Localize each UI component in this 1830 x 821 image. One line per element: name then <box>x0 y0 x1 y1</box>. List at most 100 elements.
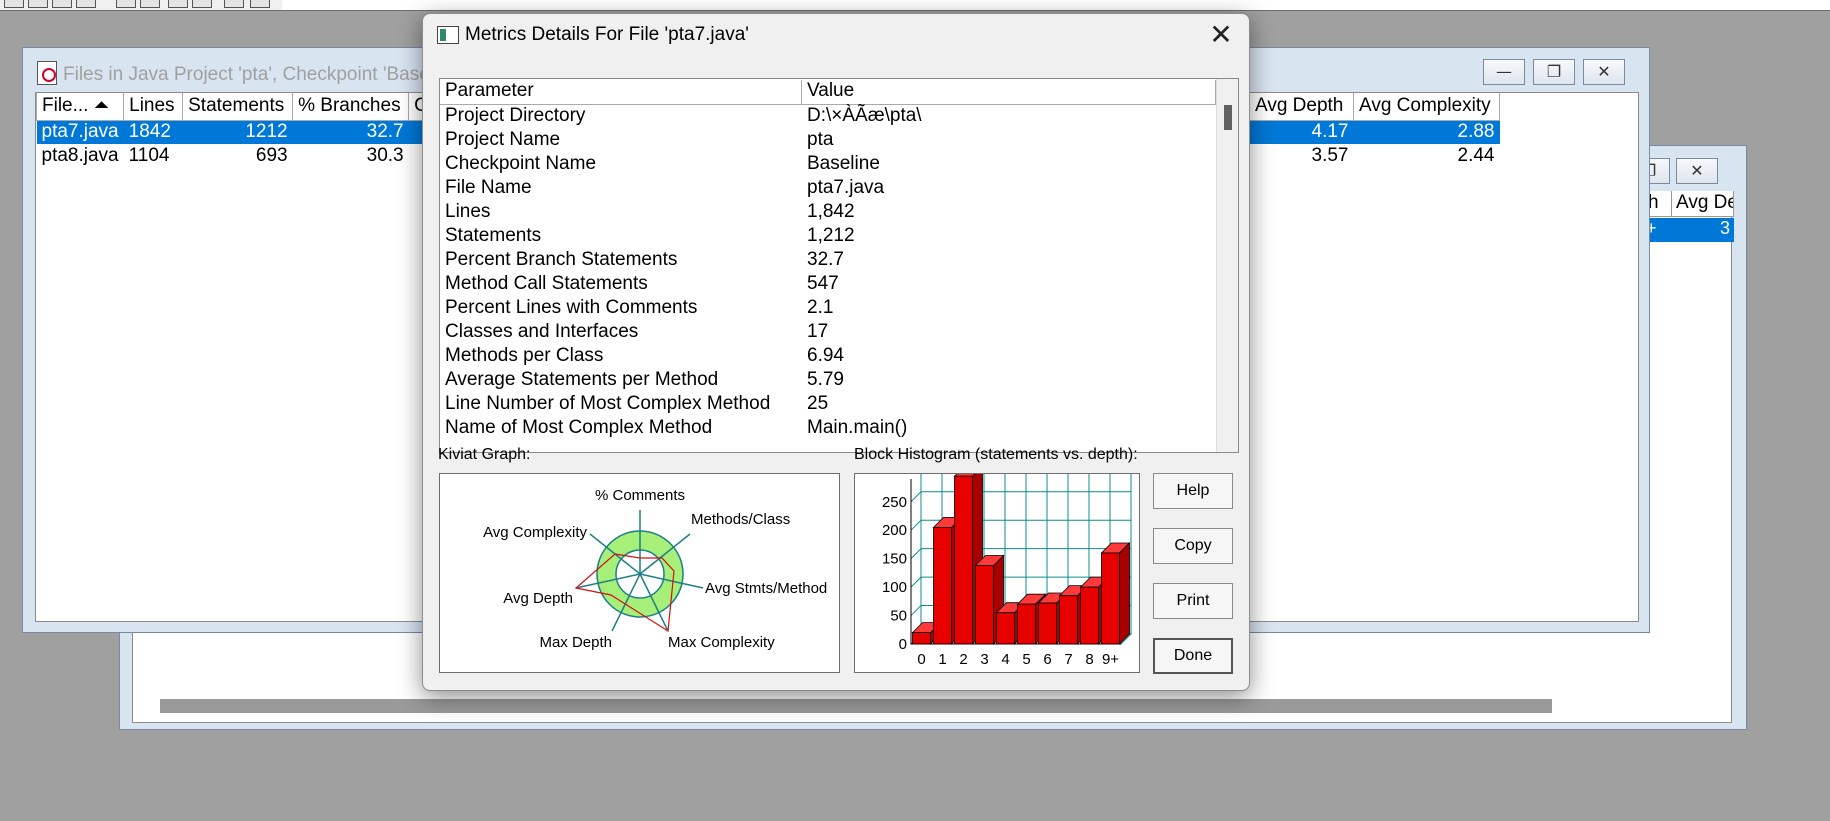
histogram-bar <box>1080 586 1099 645</box>
histogram-x-tick: 9+ <box>1102 651 1119 668</box>
column-header-file[interactable]: File... ⏶ <box>35 93 125 121</box>
parameter-row[interactable]: Line Number of Most Complex Method 25 <box>440 393 1216 417</box>
column-header-lines[interactable]: Lines <box>123 93 184 121</box>
histogram-bar <box>1059 595 1078 645</box>
histogram-grid-line <box>910 548 922 560</box>
column-header[interactable]: Avg De <box>1672 191 1734 217</box>
histogram-bar <box>996 612 1015 645</box>
histogram-y-tick: 150 <box>882 551 907 568</box>
parameter-row[interactable]: Method Call Statements 547 <box>440 273 1216 297</box>
parameter-value: 1,842 <box>807 201 855 222</box>
parameter-name: Name of Most Complex Method <box>445 417 713 438</box>
copy-button[interactable]: Copy <box>1153 528 1233 564</box>
table-row[interactable]: 4.17 2.88 <box>1249 120 1500 144</box>
parameter-row[interactable]: Percent Lines with Comments 2.1 <box>440 297 1216 321</box>
parameter-name: Project Directory <box>445 105 586 126</box>
parameter-row[interactable]: Average Statements per Method 5.79 <box>440 369 1216 393</box>
histogram-y-tick: 100 <box>882 579 907 596</box>
parameter-row[interactable]: Project Name pta <box>440 129 1216 153</box>
horizontal-scrollbar-thumb[interactable] <box>160 699 1552 713</box>
histogram-grid-line <box>910 605 922 616</box>
parameter-value: Main.main() <box>807 417 908 438</box>
histogram-y-tick: 50 <box>890 608 907 625</box>
lines-cell: 1104 <box>128 145 170 166</box>
toolbar-spacer <box>282 0 1830 10</box>
parameter-list[interactable]: Parameter Value Project Directory D:\×ÀÃæ… <box>439 78 1239 453</box>
files-table-right: Avg Depth Avg Complexity 4.17 2.88 3.57 … <box>1249 93 1500 168</box>
table-row[interactable]: pta8.java 1104 693 30.3 <box>37 144 439 168</box>
toolbar-button[interactable] <box>224 0 244 8</box>
file-name-cell: pta8.java <box>41 145 119 166</box>
files-table-left: File... ⏶ Lines Statements % Branches C … <box>35 93 440 168</box>
toolbar-button[interactable] <box>52 0 72 8</box>
close-window-button[interactable]: ✕ <box>1676 158 1718 184</box>
parameter-row[interactable]: Name of Most Complex Method Main.main() <box>440 417 1216 441</box>
histogram-x-tick: 0 <box>917 651 925 668</box>
toolbar-button[interactable] <box>168 0 188 8</box>
parameter-name: Method Call Statements <box>445 273 648 294</box>
scrollbar-thumb[interactable] <box>1224 105 1232 130</box>
parameter-name: File Name <box>445 177 532 198</box>
histogram-x-tick: 8 <box>1085 651 1093 668</box>
parameter-row[interactable]: Percent Branch Statements 32.7 <box>440 249 1216 273</box>
histogram-x-tick: 3 <box>980 651 988 668</box>
column-header-branches[interactable]: % Branches <box>292 93 410 121</box>
toolbar-button[interactable] <box>28 0 48 8</box>
parameter-name: Project Name <box>445 129 561 150</box>
column-header-avg-depth[interactable]: Avg Depth <box>1249 93 1354 121</box>
parameter-row[interactable]: Statements 1,212 <box>440 225 1216 249</box>
column-header-statements[interactable]: Statements <box>182 93 294 121</box>
kiviat-graph: % Comments Methods/Class Avg Stmts/Metho… <box>483 487 827 651</box>
close-icon[interactable]: ✕ <box>1203 20 1239 52</box>
maximize-button[interactable]: ❐ <box>1533 59 1575 85</box>
toolbar-button[interactable] <box>140 0 160 8</box>
toolbar-button[interactable] <box>76 0 96 8</box>
column-header-avg-complexity[interactable]: Avg Complexity <box>1353 93 1500 121</box>
toolbar-button[interactable] <box>116 0 136 8</box>
toolbar-button[interactable] <box>4 0 24 8</box>
parameter-row[interactable]: Checkpoint Name Baseline <box>440 153 1216 177</box>
metrics-details-dialog[interactable]: Metrics Details For File 'pta7.java' ✕ P… <box>422 13 1250 691</box>
toolbar-button[interactable] <box>192 0 212 8</box>
avg-depth-cell: 3.57 <box>1311 145 1349 166</box>
histogram-x-tick: 2 <box>959 651 967 668</box>
help-button[interactable]: Help <box>1153 473 1233 509</box>
kiviat-axis-label: Avg Depth <box>503 590 573 607</box>
column-header-value[interactable]: Value <box>802 80 1216 105</box>
kiviat-axis-label: Methods/Class <box>691 511 790 528</box>
dialog-app-icon <box>437 26 459 44</box>
histogram-grid-line <box>910 576 922 588</box>
parameter-row[interactable]: File Name pta7.java <box>440 177 1216 201</box>
column-header-parameter[interactable]: Parameter <box>440 80 802 105</box>
parameter-name: Percent Lines with Comments <box>445 297 698 318</box>
parameter-row[interactable]: Project Directory D:\×ÀÃæ\pta\ <box>440 105 1216 129</box>
parameter-value: 17 <box>807 321 829 342</box>
minimize-button[interactable]: — <box>1483 59 1525 85</box>
close-window-button[interactable]: ✕ <box>1583 59 1625 85</box>
histogram-bar <box>912 632 931 645</box>
toolbar-button[interactable] <box>250 0 270 8</box>
parameter-name: Checkpoint Name <box>445 153 597 174</box>
histogram-y-tick: 0 <box>899 636 907 653</box>
table-row[interactable]: 3.57 2.44 <box>1250 144 1500 168</box>
parameter-value: 25 <box>807 393 829 414</box>
parameter-row[interactable]: Methods per Class 6.94 <box>440 345 1216 369</box>
parameter-value: Baseline <box>807 153 880 174</box>
branches-cell: 30.3 <box>366 145 404 166</box>
parameter-row[interactable]: Classes and Interfaces 17 <box>440 321 1216 345</box>
print-button[interactable]: Print <box>1153 583 1233 619</box>
parameter-value: 6.94 <box>807 345 844 366</box>
file-name-cell: pta7.java <box>36 120 124 144</box>
vertical-scrollbar[interactable] <box>1216 79 1238 452</box>
parameter-name: Line Number of Most Complex Method <box>445 393 771 414</box>
parameter-name: Average Statements per Method <box>445 369 719 390</box>
kiviat-axis-label: Max Complexity <box>668 634 775 651</box>
table-row[interactable]: pta7.java 1842 1212 32.7 <box>36 120 439 144</box>
histogram-y-tick: 250 <box>882 494 907 511</box>
parameter-value: D:\×ÀÃæ\pta\ <box>807 105 922 126</box>
selected-cell[interactable]: 3 <box>1672 218 1734 242</box>
parameter-row[interactable]: Lines 1,842 <box>440 201 1216 225</box>
done-button[interactable]: Done <box>1153 638 1233 674</box>
histogram-x-tick: 6 <box>1043 651 1051 668</box>
histogram-panel: 0 50 100 150 200 250 0 1 2 3 4 5 6 7 8 9+ <box>854 465 1140 673</box>
